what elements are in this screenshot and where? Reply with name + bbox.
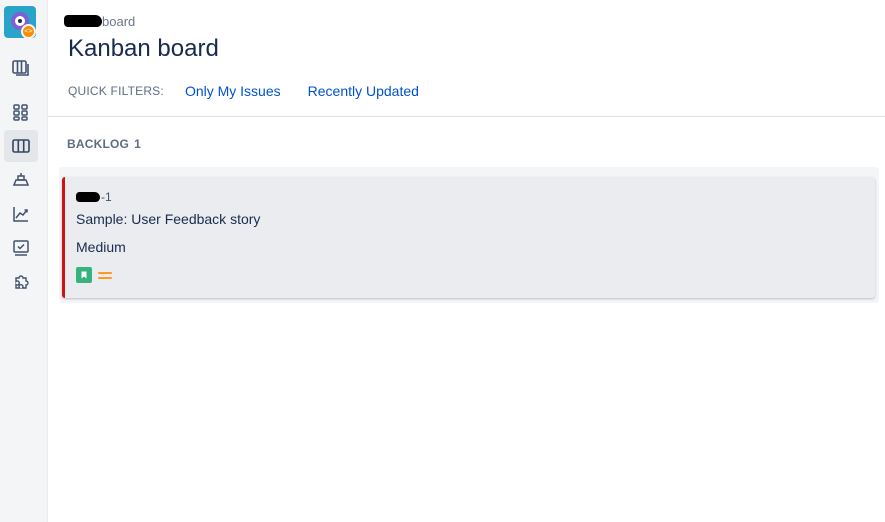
reports-icon[interactable]: [4, 198, 38, 230]
filter-recently-updated[interactable]: Recently Updated: [308, 83, 419, 99]
column-header-backlog: BACKLOG 1: [67, 137, 141, 151]
issue-key[interactable]: -1: [76, 189, 112, 205]
issue-key-number: -1: [101, 190, 112, 204]
header-divider: [48, 116, 885, 117]
project-type-badge-icon: <>: [21, 24, 36, 39]
issue-card-footer: [76, 267, 112, 283]
boards-icon[interactable]: [4, 52, 38, 84]
column-issue-count: 1: [134, 137, 141, 151]
breadcrumb[interactable]: board: [64, 12, 135, 30]
project-sidebar: <>: [0, 0, 48, 522]
page-title: Kanban board: [68, 35, 219, 62]
roadmap-icon[interactable]: [4, 96, 38, 128]
issue-card[interactable]: -1 Sample: User Feedback story Medium: [62, 177, 875, 298]
issue-priority-label: Medium: [76, 239, 126, 255]
app-root: <> board Kanban board QUICK FILTERS: Onl…: [0, 0, 885, 522]
add-ons-icon[interactable]: [4, 266, 38, 298]
story-icon: [76, 267, 92, 283]
quick-filters: QUICK FILTERS: Only My Issues Recently U…: [68, 80, 446, 102]
breadcrumb-board-label: board: [102, 13, 136, 29]
redacted-project-key: [76, 192, 100, 202]
quick-filters-label: QUICK FILTERS:: [68, 84, 164, 98]
filter-only-my-issues[interactable]: Only My Issues: [185, 83, 281, 99]
issue-summary: Sample: User Feedback story: [76, 211, 261, 227]
kanban-board-icon[interactable]: [4, 130, 38, 162]
column-name: BACKLOG: [67, 137, 130, 151]
redacted-project-name: [64, 15, 102, 27]
releases-icon[interactable]: [4, 164, 38, 196]
priority-medium-icon: [98, 268, 112, 282]
issues-icon[interactable]: [4, 232, 38, 264]
